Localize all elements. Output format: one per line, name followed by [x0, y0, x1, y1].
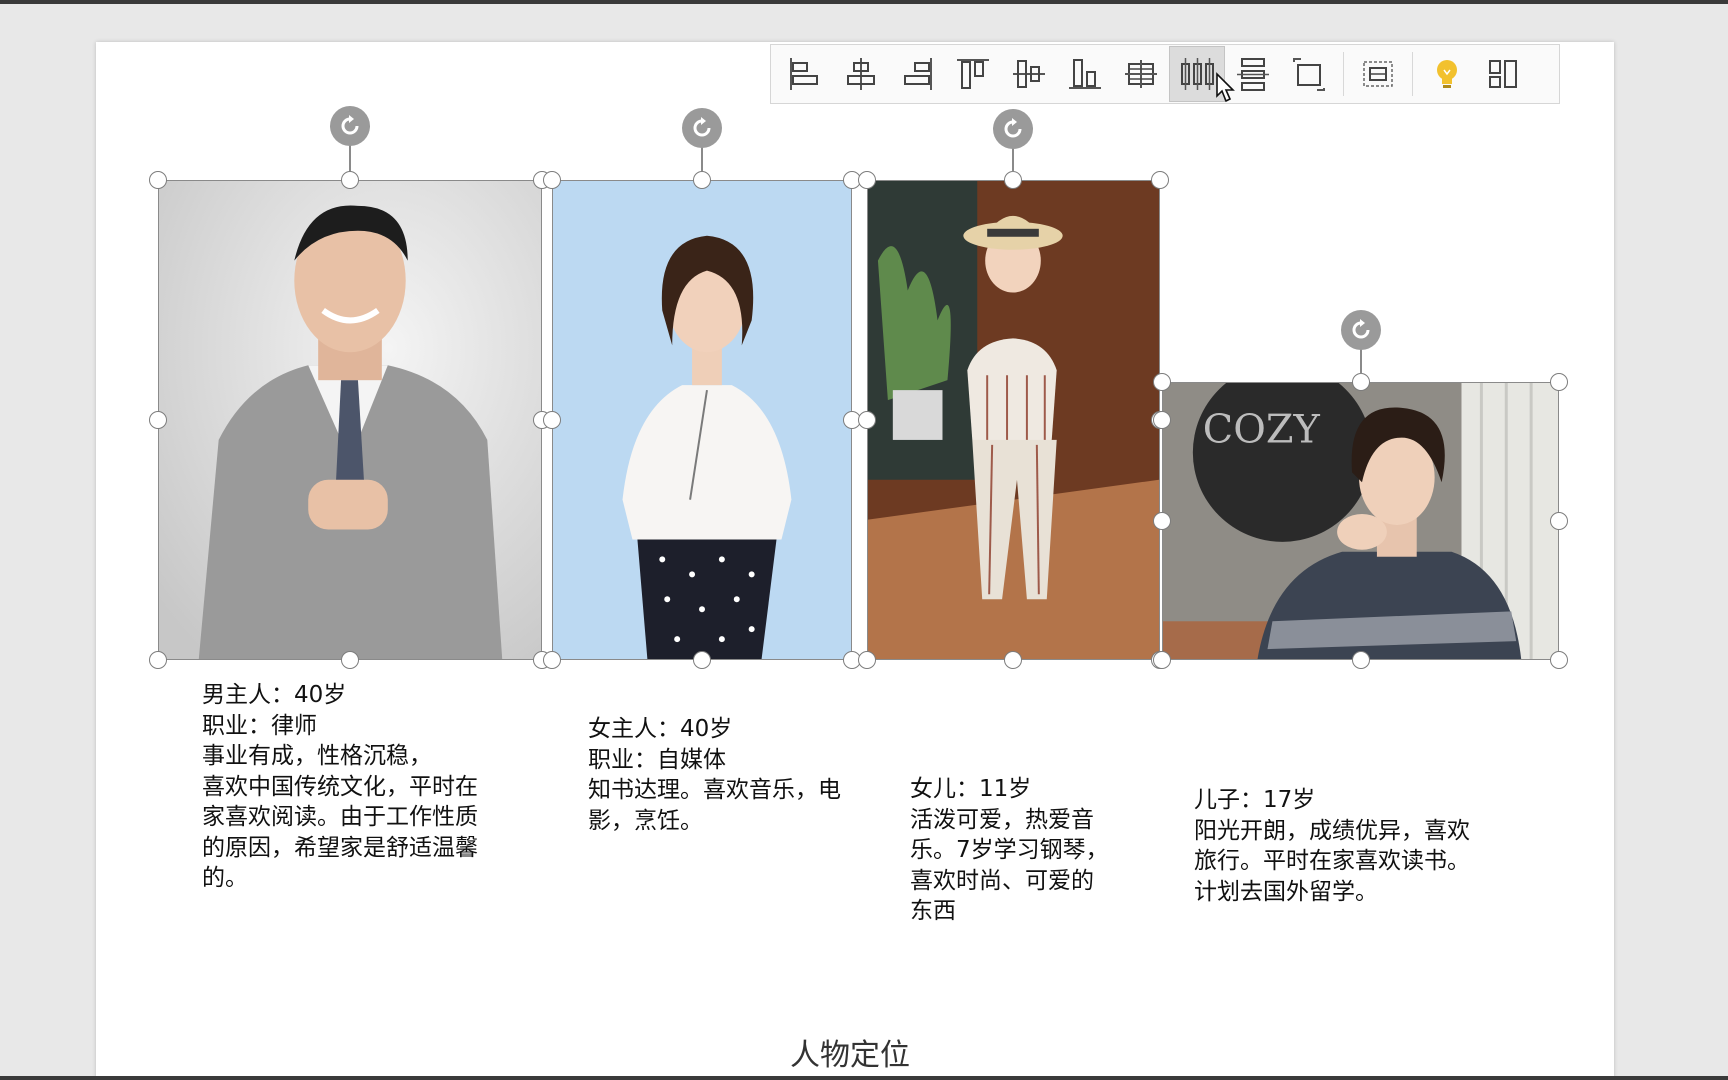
- distribute-vertical-icon: [1237, 58, 1269, 91]
- align-top-icon: [957, 59, 989, 89]
- resize-handle[interactable]: [1004, 171, 1022, 189]
- caption-daughter[interactable]: 女儿：11岁 活泼可爱，热爱音 乐。7岁学习钢琴， 喜欢时尚、可爱的 东西: [910, 774, 1109, 927]
- resize-handle[interactable]: [1352, 651, 1370, 669]
- fit-to-slide-icon: [1293, 58, 1325, 91]
- toolbar-separator: [1412, 52, 1413, 96]
- father-image: [159, 181, 541, 659]
- resize-handle[interactable]: [1153, 512, 1171, 530]
- resize-handle[interactable]: [341, 171, 359, 189]
- align-right-button[interactable]: [889, 46, 945, 102]
- rotate-handle[interactable]: [993, 109, 1033, 149]
- rotate-handle[interactable]: [1341, 310, 1381, 350]
- resize-handle[interactable]: [543, 411, 561, 429]
- son-image: COZY: [1163, 383, 1558, 659]
- align-middle-vertical-icon: [1013, 60, 1045, 88]
- rotate-icon: [693, 117, 711, 137]
- align-middle-vertical-button[interactable]: [1001, 46, 1057, 102]
- smart-suggestion-button[interactable]: [1419, 46, 1475, 102]
- rotate-stem: [349, 145, 351, 171]
- rotate-stem: [1012, 148, 1014, 172]
- align-top-button[interactable]: [945, 46, 1001, 102]
- resize-handle[interactable]: [543, 171, 561, 189]
- svg-text:COZY: COZY: [1203, 407, 1321, 453]
- photo-daughter[interactable]: [867, 180, 1160, 660]
- window-bottom-border: [0, 1076, 1728, 1080]
- lightbulb-icon: [1437, 60, 1457, 88]
- align-center-both-icon: [1125, 60, 1157, 88]
- resize-handle[interactable]: [543, 651, 561, 669]
- fit-to-slide-button[interactable]: [1281, 46, 1337, 102]
- resize-handle[interactable]: [858, 171, 876, 189]
- rotate-icon: [1352, 319, 1370, 339]
- caption-son[interactable]: 儿子：17岁 阳光开朗，成绩优异，喜欢 旅行。平时在家喜欢读书。 计划去国外留学…: [1194, 785, 1470, 907]
- rotate-icon: [1004, 118, 1022, 138]
- align-bottom-icon: [1069, 59, 1101, 89]
- window-top-border: [0, 0, 1728, 4]
- align-right-icon: [904, 58, 932, 90]
- align-to-slide-button[interactable]: [1350, 46, 1406, 102]
- rotate-stem: [701, 147, 703, 171]
- resize-handle[interactable]: [341, 651, 359, 669]
- alignment-toolbar: [770, 44, 1560, 104]
- align-center-both-button[interactable]: [1113, 46, 1169, 102]
- resize-handle[interactable]: [1153, 651, 1171, 669]
- align-center-horizontal-icon: [847, 58, 875, 90]
- align-bottom-button[interactable]: [1057, 46, 1113, 102]
- resize-handle[interactable]: [1153, 373, 1171, 391]
- toolbar-separator: [1343, 52, 1344, 96]
- caption-mother[interactable]: 女主人：40岁 职业：自媒体 知书达理。喜欢音乐，电 影，烹饪。: [588, 714, 841, 836]
- more-layout-button[interactable]: [1475, 46, 1531, 102]
- align-center-horizontal-button[interactable]: [833, 46, 889, 102]
- mother-image: [553, 181, 851, 659]
- daughter-image: [868, 181, 1159, 659]
- slide-title[interactable]: 人物定位: [0, 1030, 1700, 1074]
- resize-handle[interactable]: [1004, 651, 1022, 669]
- resize-handle[interactable]: [1151, 171, 1169, 189]
- resize-handle[interactable]: [149, 171, 167, 189]
- caption-father[interactable]: 男主人：40岁 职业：律师 事业有成，性格沉稳， 喜欢中国传统文化，平时在 家喜…: [202, 680, 478, 894]
- align-left-button[interactable]: [777, 46, 833, 102]
- photo-mother[interactable]: [552, 180, 852, 660]
- rotate-handle[interactable]: [330, 106, 370, 146]
- rotate-handle[interactable]: [682, 108, 722, 148]
- photo-father[interactable]: [158, 180, 542, 660]
- align-left-icon: [790, 58, 818, 90]
- resize-handle[interactable]: [693, 651, 711, 669]
- resize-handle[interactable]: [858, 411, 876, 429]
- distribute-horizontal-icon: [1181, 58, 1214, 90]
- rotate-icon: [341, 115, 359, 135]
- resize-handle[interactable]: [149, 411, 167, 429]
- more-layout-icon: [1489, 60, 1517, 88]
- resize-handle[interactable]: [1550, 512, 1568, 530]
- resize-handle[interactable]: [693, 171, 711, 189]
- resize-handle[interactable]: [1550, 651, 1568, 669]
- align-to-slide-icon: [1363, 61, 1393, 87]
- resize-handle[interactable]: [1550, 373, 1568, 391]
- resize-handle[interactable]: [149, 651, 167, 669]
- photo-son[interactable]: COZY: [1162, 382, 1559, 660]
- mouse-cursor-icon: [1216, 72, 1235, 103]
- resize-handle[interactable]: [858, 651, 876, 669]
- resize-handle[interactable]: [1352, 373, 1370, 391]
- rotate-stem: [1360, 348, 1362, 374]
- resize-handle[interactable]: [1153, 411, 1171, 429]
